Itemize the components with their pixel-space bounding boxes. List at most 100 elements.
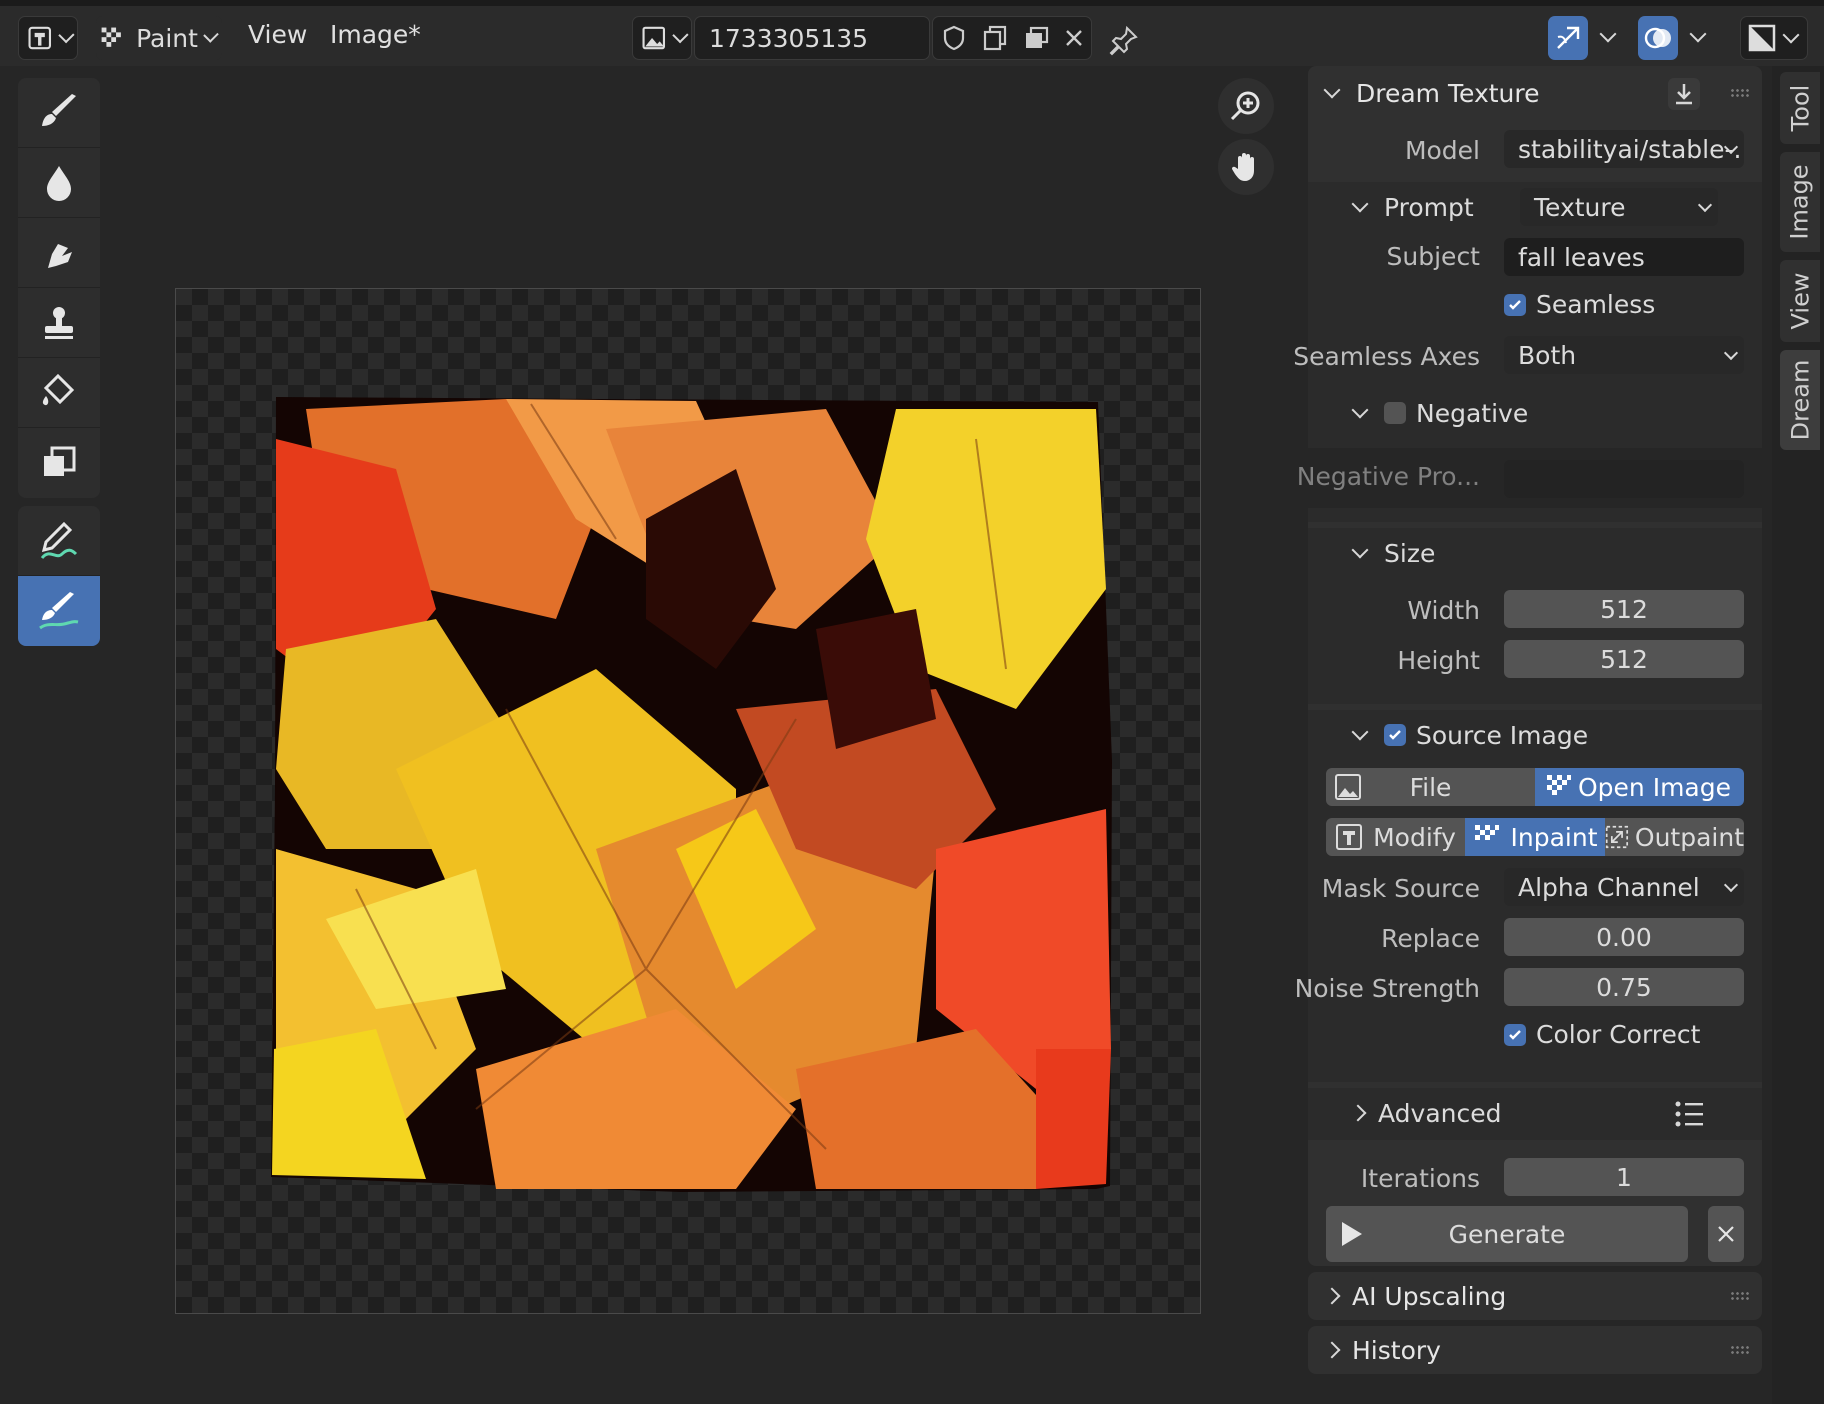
menu-image[interactable]: Image* [330,20,421,49]
generate-button[interactable]: Generate [1326,1206,1688,1262]
ai-upscaling-panel[interactable]: AI Upscaling [1308,1272,1762,1320]
panel-header[interactable]: Dream Texture [1308,68,1762,118]
checkbox-checked-icon [1504,293,1526,316]
mask-source-label: Mask Source [1321,874,1480,903]
editor-type-dropdown[interactable] [18,16,78,60]
seamless-axes-select[interactable]: Both [1504,336,1744,374]
source-image-header[interactable]: Source Image [1308,710,1762,760]
image-canvas[interactable] [175,288,1201,1314]
cancel-generate-button[interactable] [1708,1206,1744,1262]
outpaint-button[interactable]: Outpaint [1605,818,1744,856]
image-name-field[interactable]: 1733305135 [694,16,930,60]
pan-button[interactable] [1218,139,1274,195]
sidebar-dream-texture: Dream Texture Model stabilityai/stable-.… [1293,66,1766,1404]
stamp-icon [45,306,73,339]
list-icon[interactable] [1674,1100,1704,1128]
prompt-type-select[interactable]: Texture [1520,188,1718,226]
subject-value: fall leaves [1518,242,1645,272]
tab-image[interactable]: Image [1780,152,1820,252]
checkbox-checked-icon [1504,1023,1526,1046]
seamless-checkbox[interactable]: Seamless [1504,290,1655,319]
pin-icon[interactable] [1108,24,1140,56]
browse-image-dropdown[interactable] [632,16,692,60]
chevron-right-icon [1323,1287,1341,1305]
source-image-checkbox[interactable] [1384,724,1406,746]
fake-user-shield-icon[interactable] [940,24,968,52]
overlay-toggle-button[interactable] [1638,16,1678,60]
close-icon[interactable] [1063,27,1085,49]
tool-dream-brush[interactable] [18,576,100,646]
iterations-value: 1 [1616,1162,1632,1192]
height-value: 512 [1600,644,1648,674]
tab-image-label: Image [1786,164,1815,240]
negative-header[interactable]: Negative [1308,388,1762,438]
advanced-label: Advanced [1378,1098,1502,1128]
color-correct-checkbox[interactable]: Color Correct [1504,1020,1700,1049]
model-select[interactable]: stabilityai/stable-... [1504,130,1744,168]
width-field[interactable]: 512 [1504,590,1744,628]
negative-prompt-input[interactable] [1504,460,1744,498]
subject-input[interactable]: fall leaves [1504,238,1744,276]
iterations-field[interactable]: 1 [1504,1158,1744,1196]
copy-icon[interactable] [1022,24,1050,52]
tool-smear[interactable] [18,218,100,288]
source-open-image-button[interactable]: Open Image [1535,768,1744,806]
history-label: History [1352,1335,1441,1365]
drag-handle-icon[interactable] [1730,1345,1750,1355]
tool-soften[interactable] [18,148,100,218]
tool-fill[interactable] [18,358,100,428]
tool-mask[interactable] [18,428,100,498]
modify-label: Modify [1373,822,1456,852]
display-channels-dropdown[interactable] [1740,16,1808,60]
mask-source-select[interactable]: Alpha Channel [1504,868,1744,906]
chevron-down-icon[interactable] [1599,25,1617,43]
checker-image-icon [1547,775,1571,795]
noise-strength-value: 0.75 [1596,972,1652,1002]
seamless-axes-value: Both [1518,340,1577,370]
menu-view[interactable]: View [248,20,307,49]
drag-handle-icon[interactable] [1730,88,1750,98]
zoom-button[interactable] [1218,78,1274,134]
image-actions [932,16,1092,60]
noise-strength-field[interactable]: 0.75 [1504,968,1744,1006]
height-field[interactable]: 512 [1504,640,1744,678]
paint-mode-icon [101,27,121,47]
drag-handle-icon[interactable] [1730,1291,1750,1301]
chevron-down-icon [1697,197,1713,213]
width-label: Width [1407,596,1480,625]
drop-icon [47,165,71,201]
download-icon[interactable] [1666,76,1702,112]
tab-dream[interactable]: Dream [1780,350,1820,450]
advanced-header[interactable]: Advanced [1308,1088,1762,1138]
tool-annotate[interactable] [18,506,100,576]
inpaint-button[interactable]: Inpaint [1465,818,1605,856]
history-panel[interactable]: History [1308,1326,1762,1374]
display-channels-icon [1748,24,1776,52]
image-icon [642,26,666,50]
source-image-label: Source Image [1416,720,1589,750]
gizmo-toggle-button[interactable] [1548,16,1588,60]
tool-clone[interactable] [18,288,100,358]
chevron-down-icon [1723,345,1739,361]
modify-button[interactable]: Modify [1326,818,1465,856]
history-header[interactable]: History [1308,1326,1762,1374]
replace-field[interactable]: 0.00 [1504,918,1744,956]
mode-dropdown[interactable]: Paint [96,16,222,60]
source-file-label: File [1409,772,1452,802]
duplicate-icon[interactable] [981,24,1009,52]
negative-checkbox[interactable] [1384,402,1406,424]
annotate-icon [40,521,78,559]
source-file-button[interactable]: File [1326,768,1535,806]
image-name: 1733305135 [709,23,869,53]
advanced-subpanel[interactable]: Advanced [1308,1088,1762,1140]
negative-label: Negative [1416,398,1529,428]
tab-view[interactable]: View [1780,260,1820,342]
noise-strength-label: Noise Strength [1294,974,1480,1003]
height-row: Height 512 [1308,638,1762,682]
size-header[interactable]: Size [1308,528,1762,578]
brush-icon [42,93,76,126]
tool-draw[interactable] [18,78,100,148]
tab-tool[interactable]: Tool [1780,72,1820,144]
ai-upscaling-header[interactable]: AI Upscaling [1308,1272,1762,1320]
chevron-down-icon[interactable] [1689,25,1707,43]
